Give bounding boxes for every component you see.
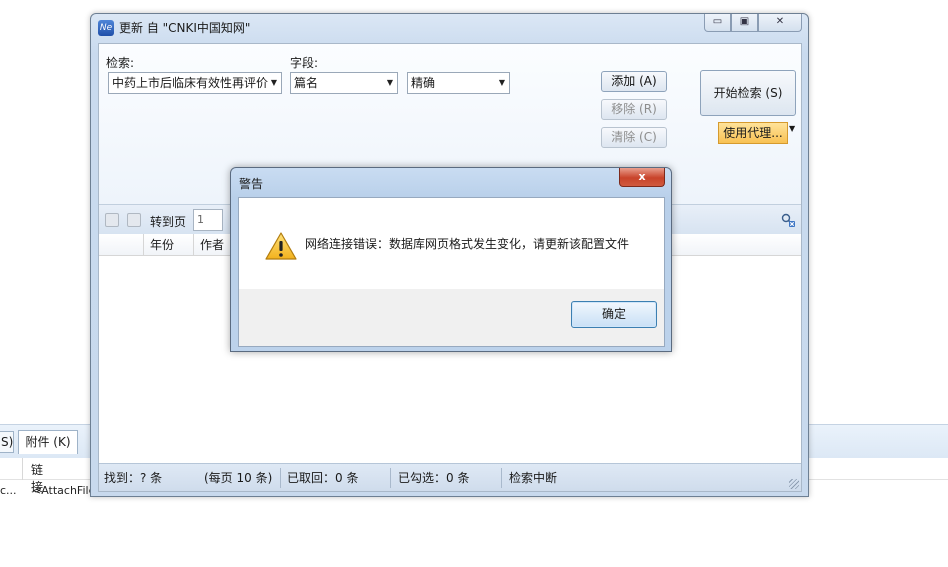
chevron-down-icon: ▼ (386, 78, 393, 87)
tab-attachments[interactable]: 附件 (K) (18, 430, 78, 454)
query-combo[interactable]: 中药上市后临床有效性再评价 ▼ (108, 72, 282, 94)
match-value: 精确 (411, 76, 436, 90)
status-bar: 找到：? 条 (每页 10 条) 已取回：0 条 已勾选：0 条 检索中断 (99, 463, 801, 491)
match-combo[interactable]: 精确 ▼ (407, 72, 510, 94)
dialog-footer: 确定 (238, 289, 665, 347)
query-value: 中药上市后临床有效性再评价 (112, 76, 269, 90)
use-proxy-button[interactable]: 使用代理... (718, 122, 788, 144)
column-link-header[interactable]: 链接 (22, 458, 43, 494)
row-left-text: c... (0, 484, 17, 497)
search-cancel-icon[interactable] (781, 213, 795, 227)
prev-page-icon[interactable] (105, 213, 119, 227)
add-button[interactable]: 添加 (A) (601, 71, 667, 92)
status-fetched: 已取回：0 条 (287, 471, 359, 485)
minimize-button[interactable]: ▭ (704, 14, 731, 32)
chevron-down-icon: ▼ (498, 78, 505, 87)
query-label: 检索: (106, 56, 135, 70)
status-separator (280, 468, 281, 488)
app-icon: Ne (98, 20, 114, 36)
proxy-dropdown-icon[interactable]: ▼ (789, 124, 795, 133)
status-checked: 已勾选：0 条 (398, 471, 470, 485)
clear-button[interactable]: 清除 (C) (601, 127, 667, 148)
field-label: 字段: (290, 56, 319, 70)
maximize-button[interactable]: ▣ (731, 14, 758, 32)
status-state: 检索中断 (509, 471, 558, 485)
next-page-icon[interactable] (127, 213, 141, 227)
background-tab-left[interactable]: S) (0, 431, 14, 453)
col-checkbox-header[interactable] (99, 234, 143, 256)
resize-grip[interactable] (789, 479, 799, 489)
warning-dialog: 警告 x 网络连接错误：数据库网页格式发生变化，请更新该配置文件 确定 (230, 167, 672, 352)
status-separator (390, 468, 391, 488)
dialog-message: 网络连接错误：数据库网页格式发生变化，请更新该配置文件 (305, 237, 630, 251)
remove-button[interactable]: 移除 (R) (601, 99, 667, 120)
status-separator (501, 468, 502, 488)
chevron-down-icon: ▼ (270, 78, 277, 87)
warning-icon (265, 232, 297, 260)
start-search-button[interactable]: 开始检索 (S) (700, 70, 796, 116)
field-combo[interactable]: 篇名 ▼ (290, 72, 398, 94)
dialog-title: 警告 (239, 177, 264, 191)
goto-page-label: 转到页 (150, 215, 187, 229)
ok-button[interactable]: 确定 (571, 301, 657, 328)
dialog-body: 网络连接错误：数据库网页格式发生变化，请更新该配置文件 (238, 197, 665, 289)
status-found: 找到：? 条 (104, 471, 163, 485)
status-per-page: (每页 10 条) (204, 471, 273, 485)
row-link-text: <AttachFile (32, 484, 96, 497)
col-year-header[interactable]: 年份 (143, 234, 193, 256)
window-controls: ▭ ▣ ✕ (704, 14, 802, 32)
dialog-close-button[interactable]: x (619, 168, 665, 187)
page-input[interactable]: 1 (193, 209, 223, 231)
window-title: 更新 自 "CNKI中国知网" (119, 21, 251, 35)
close-button[interactable]: ✕ (758, 14, 802, 32)
field-value: 篇名 (294, 76, 319, 90)
